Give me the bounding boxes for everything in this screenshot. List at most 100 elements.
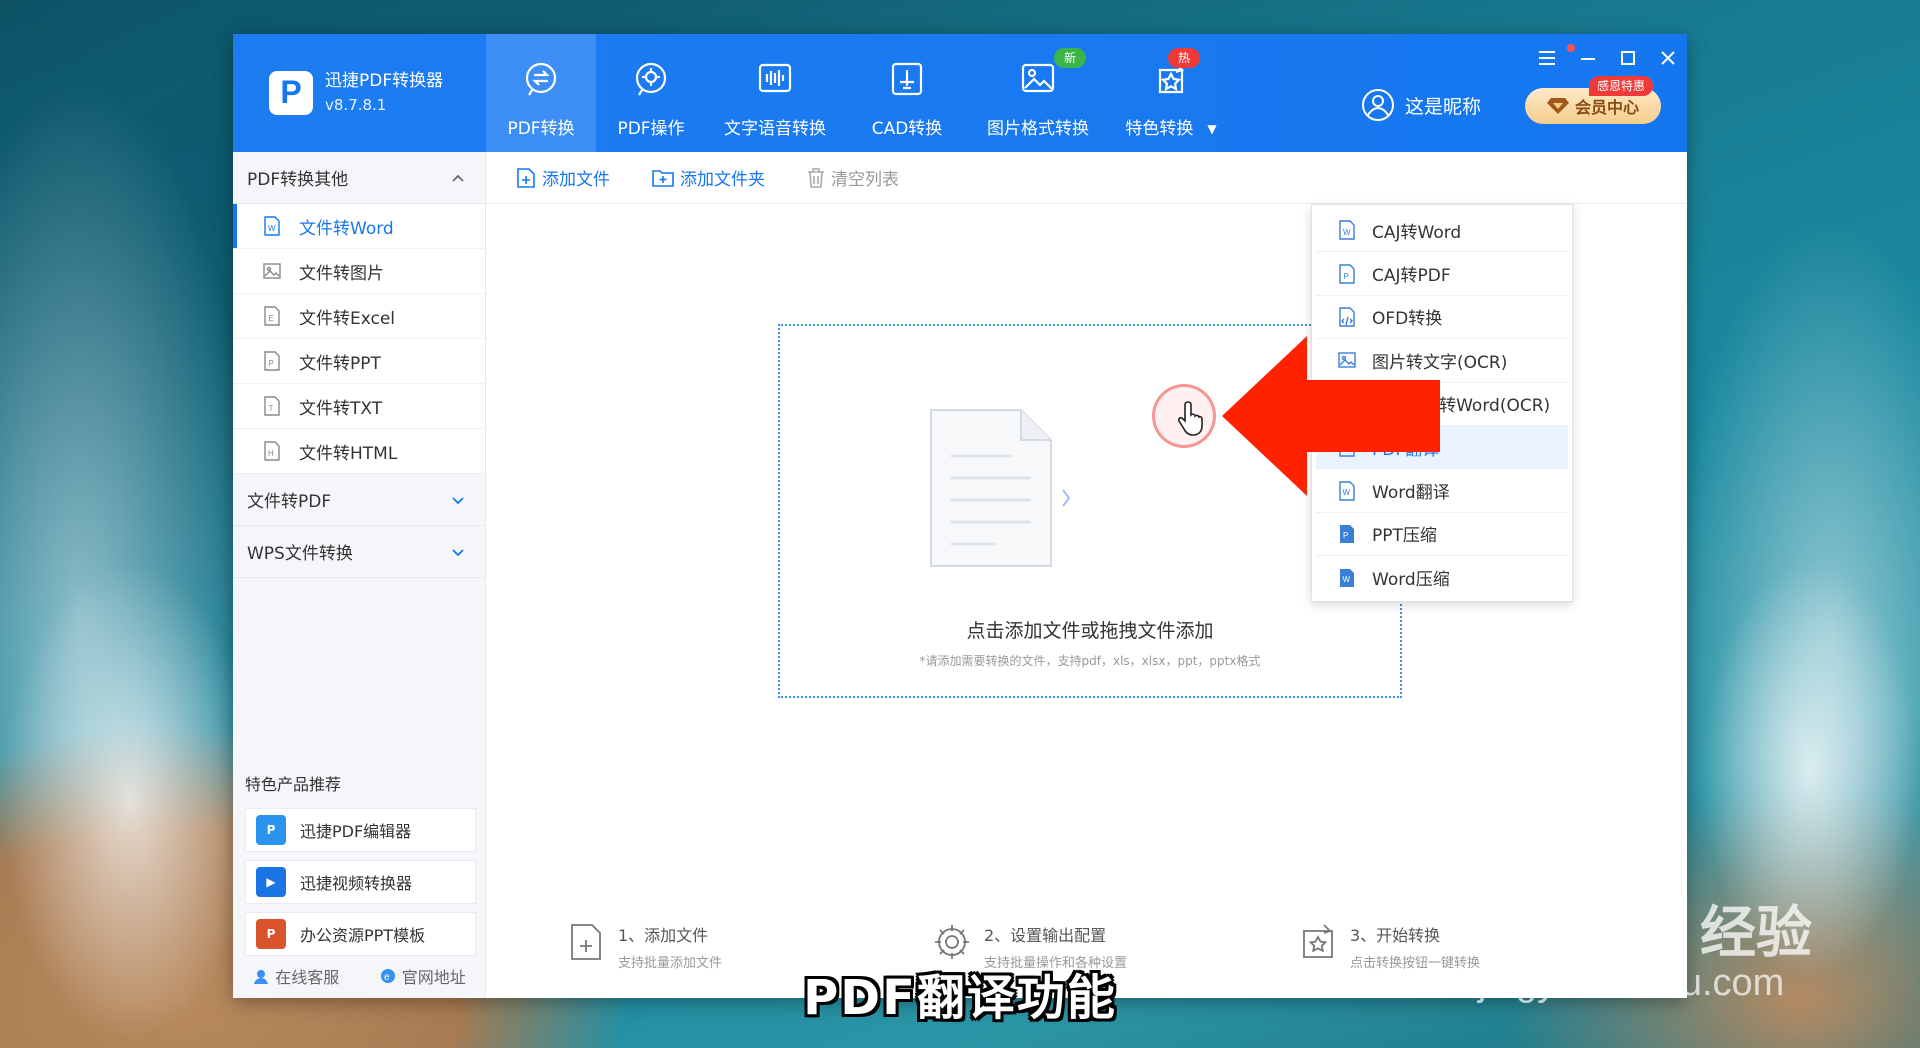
svg-text:P: P — [1343, 531, 1348, 540]
tab-pdf-convert[interactable]: PDF转换 — [486, 34, 596, 152]
trash-icon — [808, 167, 824, 188]
app-window: P 迅捷PDF转换器 v8.7.8.1 PDF转换 PDF操作 文字语音转换 C… — [233, 34, 1687, 998]
ofd-file-icon — [1339, 307, 1355, 327]
minimize-button[interactable] — [1570, 44, 1606, 72]
svg-text:W: W — [1343, 228, 1351, 237]
drop-zone-text: 点击添加文件或拖拽文件添加 — [966, 620, 1214, 642]
tab-cad-convert[interactable]: CAD转换 — [844, 34, 970, 152]
sidebar-item-list: W 文件转Word 文件转图片 E 文件转Excel P 文件转PPT T 文件… — [233, 204, 485, 474]
diamond-icon — [1546, 98, 1569, 114]
recommend-item-video-converter[interactable]: ▶ 迅捷视频转换器 — [245, 860, 476, 904]
add-file-icon — [571, 924, 601, 960]
tab-voice-convert[interactable]: 文字语音转换 — [706, 34, 844, 152]
word-file-icon: W — [264, 216, 280, 236]
red-arrow-annotation — [1222, 336, 1440, 496]
chevron-down-icon — [452, 548, 464, 556]
menu-item-caj-to-pdf[interactable]: P CAJ转PDF — [1316, 252, 1568, 296]
recommend-section: 特色产品推荐 P 迅捷PDF编辑器 ▶ 迅捷视频转换器 P 办公资源PPT模板 — [233, 770, 486, 956]
menu-button[interactable] — [1530, 44, 1566, 72]
svg-text:T: T — [269, 404, 274, 413]
sidebar-group-pdf-convert-other[interactable]: PDF转换其他 — [233, 152, 485, 204]
drop-zone-hint: *请添加需要转换的文件，支持pdf，xls，xlsx，ppt，pptx格式 — [919, 654, 1261, 668]
maximize-button[interactable] — [1610, 44, 1646, 72]
file-toolbar: 添加文件 添加文件夹 清空列表 — [486, 152, 1687, 204]
hamburger-icon — [1539, 51, 1555, 65]
add-file-icon — [517, 167, 535, 188]
top-bar: P 迅捷PDF转换器 v8.7.8.1 PDF转换 PDF操作 文字语音转换 C… — [233, 34, 1687, 152]
main-tabs: PDF转换 PDF操作 文字语音转换 CAD转换 图片格式转换 新 特色转换 ▼… — [486, 34, 1236, 152]
svg-text:E: E — [269, 314, 274, 323]
maximize-icon — [1621, 51, 1635, 65]
voice-wave-icon — [758, 63, 792, 93]
recommend-item-ppt-templates[interactable]: P 办公资源PPT模板 — [245, 912, 476, 956]
gear-icon — [935, 925, 969, 959]
clear-list-button[interactable]: 清空列表 — [807, 165, 899, 190]
recommend-title: 特色产品推荐 — [245, 775, 342, 794]
image-file-icon — [263, 263, 281, 279]
menu-item-ofd-convert[interactable]: OFD转换 — [1316, 296, 1568, 340]
txt-file-icon: T — [264, 396, 280, 416]
sidebar-group-wps-convert[interactable]: WPS文件转换 — [233, 526, 485, 578]
menu-item-caj-to-word[interactable]: W CAJ转Word — [1316, 209, 1568, 253]
recommend-item-pdf-editor[interactable]: P 迅捷PDF编辑器 — [245, 808, 476, 852]
hand-cursor-icon — [1178, 401, 1203, 436]
sidebar-item-file-to-ppt[interactable]: P 文件转PPT — [233, 339, 485, 384]
baidu-watermark: Baidu — [1470, 875, 1676, 955]
svg-text:H: H — [268, 449, 274, 458]
pdf-operate-icon — [635, 62, 667, 96]
tab-special-convert[interactable]: 特色转换 ▼ 热 — [1106, 34, 1236, 152]
sidebar-item-file-to-word[interactable]: W 文件转Word — [233, 204, 485, 249]
pdf-convert-icon — [525, 62, 557, 96]
notification-dot — [1567, 44, 1575, 52]
sidebar-item-file-to-txt[interactable]: T 文件转TXT — [233, 384, 485, 429]
pdf-editor-icon: P — [256, 815, 286, 845]
sidebar-group-file-to-pdf[interactable]: 文件转PDF — [233, 474, 485, 526]
ppt-template-icon: P — [256, 919, 286, 949]
word-file-icon: W — [1339, 220, 1355, 240]
brand: P 迅捷PDF转换器 v8.7.8.1 — [269, 70, 443, 115]
sidebar-item-file-to-html[interactable]: H 文件转HTML — [233, 429, 485, 474]
vip-promo-badge: 感恩特惠 — [1589, 76, 1654, 96]
svg-text:W: W — [1343, 575, 1351, 584]
app-logo-icon: P — [269, 70, 313, 115]
word-compress-icon: W — [1340, 568, 1354, 587]
excel-file-icon: E — [264, 306, 280, 326]
new-badge: 新 — [1054, 48, 1087, 68]
cad-icon — [891, 62, 923, 96]
svg-text:W: W — [268, 224, 276, 233]
chevron-up-icon — [452, 174, 464, 182]
tab-image-convert[interactable]: 图片格式转换 新 — [970, 34, 1106, 152]
chevron-down-icon — [452, 496, 464, 504]
image-icon — [1021, 63, 1055, 93]
menu-item-ppt-compress[interactable]: P PPT压缩 — [1316, 513, 1568, 557]
tab-pdf-operate[interactable]: PDF操作 — [596, 34, 706, 152]
user-profile[interactable]: 这是昵称 — [1361, 88, 1481, 122]
ppt-compress-icon: P — [1340, 524, 1354, 543]
app-name: 迅捷PDF转换器 — [325, 71, 444, 91]
hot-badge: 热 — [1168, 48, 1201, 68]
svg-text:P: P — [269, 359, 274, 368]
video-converter-icon: ▶ — [256, 867, 286, 897]
user-avatar-icon — [1362, 89, 1394, 121]
svg-text:P: P — [1344, 272, 1349, 281]
ppt-file-icon: P — [264, 351, 280, 371]
user-name: 这是昵称 — [1405, 95, 1482, 118]
document-illustration-icon — [930, 409, 1071, 567]
close-button[interactable] — [1650, 44, 1686, 72]
html-file-icon: H — [264, 441, 280, 461]
star-convert-icon — [1303, 924, 1333, 958]
add-file-button[interactable]: 添加文件 — [516, 165, 610, 190]
window-controls — [1530, 44, 1686, 72]
chevron-down-icon: ▼ — [1207, 122, 1217, 136]
menu-item-word-compress[interactable]: W Word压缩 — [1316, 556, 1568, 599]
app-version: v8.7.8.1 — [325, 96, 387, 114]
sidebar-item-file-to-image[interactable]: 文件转图片 — [233, 249, 485, 294]
baidu-watermark-url: jingyan.baidu.com — [1478, 962, 1785, 1004]
close-icon — [1661, 51, 1675, 65]
sidebar: PDF转换其他 W 文件转Word 文件转图片 E 文件转Excel P 文件转… — [233, 152, 486, 998]
add-folder-icon — [652, 169, 674, 187]
baidu-watermark-cn: 经验 — [1700, 901, 1812, 966]
add-folder-button[interactable]: 添加文件夹 — [652, 165, 765, 190]
pdf-file-icon: P — [1339, 263, 1355, 284]
sidebar-item-file-to-excel[interactable]: E 文件转Excel — [233, 294, 485, 339]
